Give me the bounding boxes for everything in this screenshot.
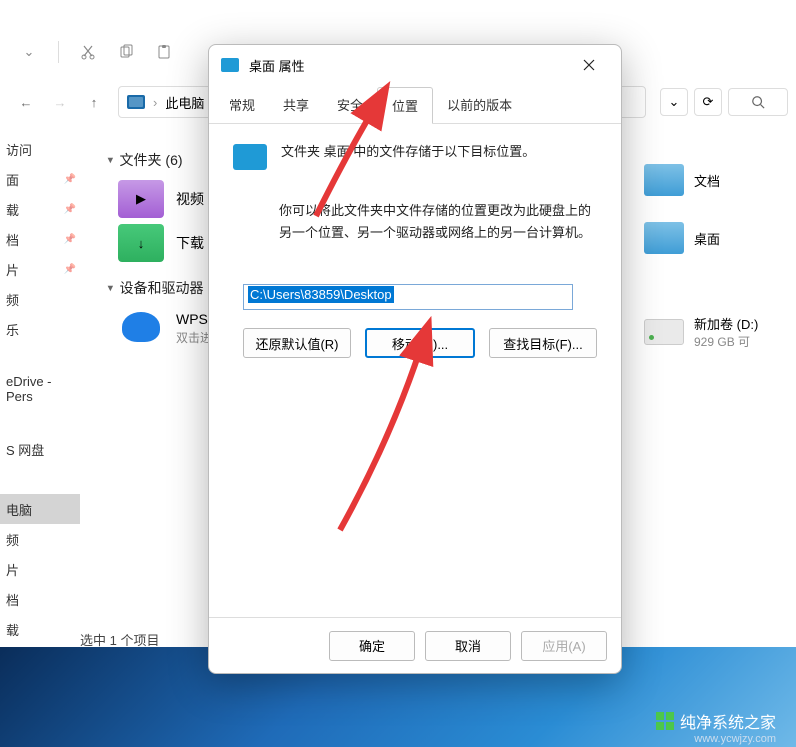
dialog-titlebar[interactable]: 桌面 属性 — [209, 45, 621, 85]
info-text: 文件夹 桌面 中的文件存储于以下目标位置。 — [281, 142, 535, 162]
sidebar-item-videos[interactable]: 频 — [0, 284, 80, 314]
nav-up-icon[interactable]: ↑ — [80, 88, 108, 116]
watermark-url: www.ycwjzy.com — [694, 733, 776, 745]
tab-general[interactable]: 常规 — [215, 87, 269, 123]
watermark-logo-icon — [656, 712, 674, 730]
sidebar-item-this-pc[interactable]: 电脑 — [0, 494, 80, 524]
move-button[interactable]: 移动(M)... — [365, 328, 475, 358]
chevron-down-icon: ▸ — [104, 157, 117, 163]
chevron-down-icon[interactable]: ⌄ — [20, 43, 38, 61]
right-folder-list: 文档 桌面 新加卷 (D:) 929 GB 可 — [644, 164, 784, 376]
sidebar-spacer — [0, 344, 80, 374]
nav-forward-icon: → — [46, 88, 74, 116]
sidebar-item-music[interactable]: 乐 — [0, 314, 80, 344]
toolbar-separator — [58, 41, 59, 63]
folder-icon — [644, 222, 684, 254]
sidebar-item-onedrive[interactable]: eDrive - Pers — [0, 374, 80, 404]
sidebar-item-wps[interactable]: S 网盘 — [0, 434, 80, 464]
close-button[interactable] — [569, 49, 609, 81]
desktop-folder-icon — [233, 144, 267, 170]
sidebar-item-videos2[interactable]: 频 — [0, 524, 80, 554]
sidebar: 访问 面 载 档 片 频 乐 eDrive - Pers S 网盘 电脑 频 片… — [0, 134, 80, 687]
folder-desktop[interactable]: 桌面 — [644, 222, 784, 254]
dialog-body: 文件夹 桌面 中的文件存储于以下目标位置。 你可以将此文件夹中文件存储的位置更改… — [209, 124, 621, 617]
search-button[interactable] — [728, 88, 788, 116]
cloud-icon — [118, 308, 164, 346]
folder-icon: ▶ — [118, 180, 164, 218]
cut-icon[interactable] — [79, 43, 97, 61]
this-pc-icon — [127, 95, 145, 109]
sidebar-item-downloads[interactable]: 载 — [0, 194, 80, 224]
sidebar-item-desktop[interactable]: 面 — [0, 164, 80, 194]
body-text: 你可以将此文件夹中文件存储的位置更改为此硬盘上的另一个位置、另一个驱动器或网络上… — [279, 200, 597, 244]
breadcrumb-label[interactable]: 此电脑 — [165, 93, 204, 112]
ok-button[interactable]: 确定 — [329, 631, 415, 661]
restore-default-button[interactable]: 还原默认值(R) — [243, 328, 351, 358]
sidebar-item-quick-access[interactable]: 访问 — [0, 134, 80, 164]
find-target-button[interactable]: 查找目标(F)... — [489, 328, 597, 358]
sidebar-spacer — [0, 464, 80, 494]
copy-icon[interactable] — [117, 43, 135, 61]
drive-icon — [644, 319, 684, 345]
folder-documents[interactable]: 文档 — [644, 164, 784, 196]
dialog-footer: 确定 取消 应用(A) — [209, 617, 621, 673]
sidebar-item-pictures2[interactable]: 片 — [0, 554, 80, 584]
path-input[interactable]: C:\Users\83859\Desktop — [243, 284, 573, 310]
tab-location[interactable]: 位置 — [377, 87, 433, 124]
tab-security[interactable]: 安全 — [323, 87, 377, 123]
dialog-tabs: 常规 共享 安全 位置 以前的版本 — [209, 87, 621, 124]
desktop-folder-icon — [221, 58, 239, 72]
watermark: 纯净系统之家 — [656, 709, 776, 733]
sidebar-item-pictures[interactable]: 片 — [0, 254, 80, 284]
apply-button[interactable]: 应用(A) — [521, 631, 607, 661]
cancel-button[interactable]: 取消 — [425, 631, 511, 661]
properties-dialog: 桌面 属性 常规 共享 安全 位置 以前的版本 文件夹 桌面 中的文件存储于以下… — [208, 44, 622, 674]
folder-icon — [644, 164, 684, 196]
paste-icon[interactable] — [155, 43, 173, 61]
sidebar-spacer — [0, 404, 80, 434]
sidebar-item-downloads2[interactable]: 载 — [0, 614, 80, 644]
refresh-button[interactable]: ⟳ — [694, 88, 722, 116]
sidebar-item-documents[interactable]: 档 — [0, 224, 80, 254]
dialog-title: 桌面 属性 — [249, 56, 569, 75]
drive-d[interactable]: 新加卷 (D:) 929 GB 可 — [644, 314, 784, 350]
folder-icon: ↓ — [118, 224, 164, 262]
tab-previous-versions[interactable]: 以前的版本 — [433, 87, 526, 123]
dropdown-button[interactable]: ⌄ — [660, 88, 688, 116]
nav-back-icon[interactable]: ← — [12, 88, 40, 116]
chevron-down-icon: ▸ — [104, 285, 117, 291]
sidebar-item-documents2[interactable]: 档 — [0, 584, 80, 614]
tab-sharing[interactable]: 共享 — [269, 87, 323, 123]
